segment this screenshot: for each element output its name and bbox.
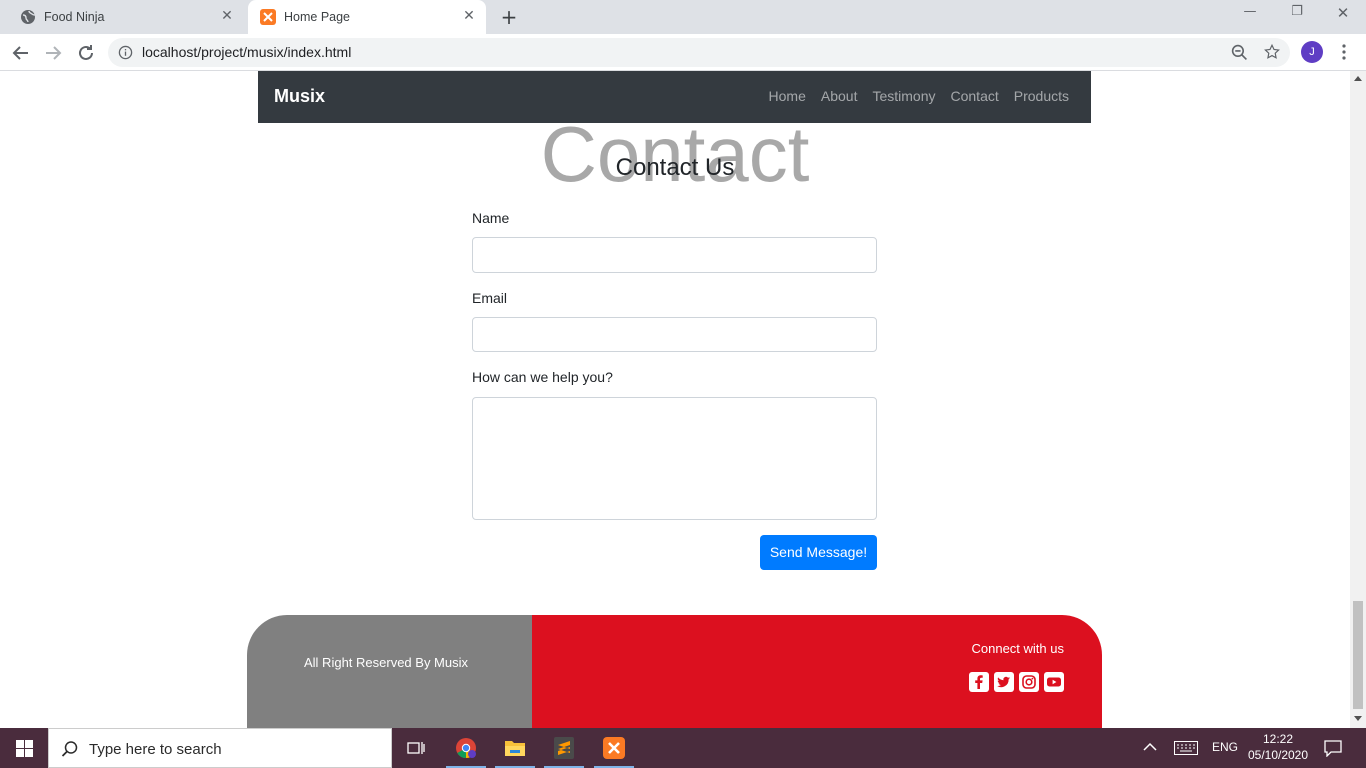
- instagram-icon[interactable]: [1019, 672, 1039, 692]
- scrollbar-thumb[interactable]: [1353, 601, 1363, 709]
- notification-icon[interactable]: [1324, 739, 1342, 757]
- message-label: How can we help you?: [472, 369, 613, 385]
- connect-heading: Connect with us: [971, 641, 1065, 656]
- xampp-icon: [603, 737, 625, 759]
- twitter-icon[interactable]: [994, 672, 1014, 692]
- restore-icon[interactable]: ❐: [1285, 4, 1309, 26]
- facebook-icon[interactable]: [969, 672, 989, 692]
- youtube-icon[interactable]: [1044, 672, 1064, 692]
- footer-right-panel: Connect with us: [532, 615, 1102, 728]
- start-button[interactable]: [0, 728, 48, 768]
- taskbar-chrome[interactable]: [442, 728, 490, 768]
- nav-link-home[interactable]: Home: [769, 88, 806, 104]
- new-tab-button[interactable]: +: [498, 7, 520, 29]
- address-bar[interactable]: localhost/project/musix/index.html: [108, 38, 1290, 67]
- tab-strip: Food Ninja ✕ Home Page ✕ + — ❐ ✕: [0, 0, 1366, 34]
- nav-link-testimony[interactable]: Testimony: [872, 88, 935, 104]
- keyboard-icon[interactable]: [1174, 741, 1198, 755]
- social-links: [969, 672, 1064, 692]
- back-icon[interactable]: [9, 41, 33, 65]
- windows-taskbar: Type here to search ENG 12:22 05/10/2020: [0, 728, 1366, 768]
- close-tab-icon[interactable]: ✕: [220, 9, 234, 23]
- brand-logo[interactable]: Musix: [274, 86, 325, 107]
- tab-title: Food Ninja: [44, 10, 105, 24]
- forward-icon[interactable]: [41, 41, 65, 65]
- taskbar-file-explorer[interactable]: [491, 728, 539, 768]
- search-icon: [61, 741, 78, 757]
- xampp-icon: [260, 9, 276, 25]
- close-window-icon[interactable]: ✕: [1331, 4, 1355, 26]
- tab-title: Home Page: [284, 10, 351, 24]
- taskbar-search[interactable]: Type here to search: [48, 728, 392, 768]
- name-label: Name: [472, 210, 510, 226]
- zoom-icon[interactable]: [1231, 44, 1248, 61]
- nav-links: Home About Testimony Contact Products: [769, 88, 1069, 104]
- page-viewport: Musix Home About Testimony Contact Produ…: [0, 71, 1350, 728]
- nav-link-about[interactable]: About: [821, 88, 858, 104]
- task-view-button[interactable]: [392, 728, 440, 768]
- language-indicator[interactable]: ENG: [1212, 740, 1238, 754]
- copyright-text: All Right Reserved By Musix: [304, 655, 468, 670]
- email-label: Email: [472, 290, 508, 306]
- clock-time: 12:22: [1262, 732, 1294, 746]
- minimize-icon[interactable]: —: [1238, 4, 1262, 26]
- send-message-button[interactable]: Send Message!: [760, 535, 877, 570]
- chrome-icon: [456, 738, 476, 759]
- message-textarea[interactable]: [472, 397, 877, 520]
- info-icon[interactable]: [118, 45, 133, 60]
- taskbar-xampp[interactable]: [590, 728, 638, 768]
- globe-icon: [21, 10, 36, 24]
- scroll-down-icon[interactable]: [1354, 716, 1362, 721]
- name-input[interactable]: [472, 237, 877, 273]
- footer-left-panel: All Right Reserved By Musix: [247, 615, 532, 728]
- windows-logo-icon: [16, 740, 33, 757]
- nav-link-contact[interactable]: Contact: [951, 88, 999, 104]
- search-placeholder: Type here to search: [89, 741, 222, 758]
- email-input[interactable]: [472, 317, 877, 352]
- task-view-icon: [407, 742, 425, 754]
- section-title: Contact Us: [615, 154, 735, 181]
- tab-food-ninja[interactable]: Food Ninja ✕: [8, 0, 244, 34]
- close-tab-icon[interactable]: ✕: [462, 9, 476, 23]
- profile-avatar[interactable]: J: [1301, 41, 1323, 63]
- clock-date: 05/10/2020: [1247, 748, 1309, 762]
- browser-toolbar: localhost/project/musix/index.html J: [0, 34, 1366, 71]
- site-footer: All Right Reserved By Musix Connect with…: [247, 615, 1102, 728]
- clock[interactable]: 12:22 05/10/2020: [1243, 731, 1313, 763]
- taskbar-sublime-text[interactable]: [540, 728, 588, 768]
- bookmark-star-icon[interactable]: [1263, 43, 1281, 61]
- nav-link-products[interactable]: Products: [1014, 88, 1069, 104]
- tab-home-page[interactable]: Home Page ✕: [248, 0, 486, 34]
- chevron-up-icon[interactable]: [1143, 742, 1157, 752]
- menu-kebab-icon[interactable]: [1336, 43, 1352, 61]
- page-scrollbar[interactable]: [1350, 71, 1366, 728]
- folder-icon: [505, 741, 525, 756]
- scroll-up-icon[interactable]: [1354, 76, 1362, 81]
- sublime-text-icon: [554, 737, 574, 759]
- reload-icon[interactable]: [74, 41, 98, 65]
- url-text: localhost/project/musix/index.html: [142, 44, 352, 60]
